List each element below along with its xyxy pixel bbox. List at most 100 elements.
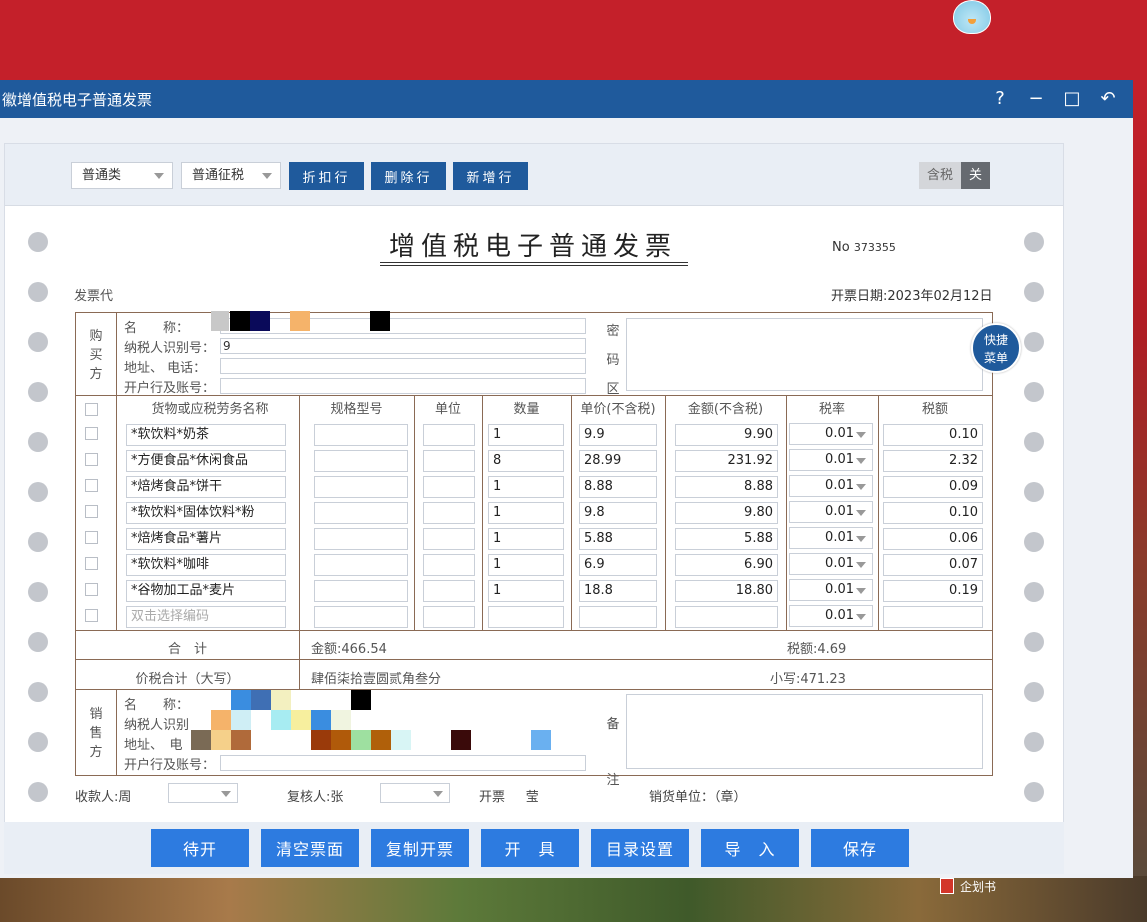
buyer-name-field[interactable]	[220, 318, 586, 334]
row-checkbox[interactable]	[85, 531, 98, 544]
item-qty-field[interactable]: 1	[488, 528, 564, 550]
payee-select[interactable]	[168, 783, 238, 803]
item-price-field[interactable]: 6.9	[579, 554, 657, 576]
seller-bank-field[interactable]	[220, 755, 586, 771]
item-spec-field[interactable]	[314, 476, 408, 498]
row-checkbox[interactable]	[85, 505, 98, 518]
item-rate-select[interactable]: 0.01	[789, 527, 873, 549]
item-amount-field[interactable]: 6.90	[675, 554, 778, 576]
tax-included-toggle[interactable]: 含税 关	[919, 162, 991, 189]
item-rate-select[interactable]: 0.01	[789, 501, 873, 523]
item-tax-field[interactable]: 0.10	[883, 424, 983, 446]
item-qty-field[interactable]: 1	[488, 424, 564, 446]
item-rate-select[interactable]: 0.01	[789, 423, 873, 445]
item-rate-select[interactable]: 0.01	[789, 579, 873, 601]
item-name-field[interactable]: *焙烤食品*薯片	[126, 528, 286, 550]
item-qty-field[interactable]: 8	[488, 450, 564, 472]
item-spec-field[interactable]	[314, 580, 408, 602]
desktop-file[interactable]: 企划书	[940, 876, 996, 896]
item-tax-field[interactable]: 0.07	[883, 554, 983, 576]
item-price-field[interactable]: 28.99	[579, 450, 657, 472]
item-rate-select[interactable]: 0.01	[789, 449, 873, 471]
row-checkbox[interactable]	[85, 453, 98, 466]
item-qty-field[interactable]: 1	[488, 502, 564, 524]
issue-invoice-button[interactable]: 开 具	[481, 829, 579, 867]
quick-menu-button[interactable]: 快捷菜单	[971, 323, 1021, 373]
item-tax-field[interactable]: 0.19	[883, 580, 983, 602]
item-unit-field[interactable]	[423, 580, 475, 602]
item-name-field[interactable]: *软饮料*奶茶	[126, 424, 286, 446]
item-tax-field[interactable]: 0.09	[883, 476, 983, 498]
save-button[interactable]: 保存	[811, 829, 909, 867]
item-unit-field[interactable]	[423, 606, 475, 628]
help-icon[interactable]: ?	[989, 86, 1011, 110]
minimize-icon[interactable]: −	[1025, 86, 1047, 110]
item-spec-field[interactable]	[314, 424, 408, 446]
item-unit-field[interactable]	[423, 554, 475, 576]
item-name-field[interactable]: *软饮料*咖啡	[126, 554, 286, 576]
add-row-button[interactable]: 新增行	[453, 162, 528, 190]
row-checkbox[interactable]	[85, 427, 98, 440]
invoice-kind-select[interactable]: 普通类	[71, 162, 173, 189]
item-amount-field[interactable]: 231.92	[675, 450, 778, 472]
item-name-field[interactable]: *焙烤食品*饼干	[126, 476, 286, 498]
row-checkbox[interactable]	[85, 609, 98, 622]
item-amount-field[interactable]: 9.80	[675, 502, 778, 524]
copy-invoice-button[interactable]: 复制开票	[371, 829, 469, 867]
item-unit-field[interactable]	[423, 502, 475, 524]
catalog-settings-button[interactable]: 目录设置	[591, 829, 689, 867]
item-tax-field[interactable]: 0.10	[883, 502, 983, 524]
item-name-field[interactable]: *谷物加工品*麦片	[126, 580, 286, 602]
buyer-taxid-field[interactable]: 9	[220, 338, 586, 354]
item-amount-field[interactable]: 5.88	[675, 528, 778, 550]
item-name-field[interactable]: *软饮料*固体饮料*粉	[126, 502, 286, 524]
item-spec-field[interactable]	[314, 606, 408, 628]
item-qty-field[interactable]	[488, 606, 564, 628]
item-price-field[interactable]: 8.88	[579, 476, 657, 498]
item-tax-field[interactable]	[883, 606, 983, 628]
select-all-checkbox[interactable]	[85, 403, 98, 416]
item-spec-field[interactable]	[314, 450, 408, 472]
import-button[interactable]: 导 入	[701, 829, 799, 867]
item-price-field[interactable]: 9.8	[579, 502, 657, 524]
item-unit-field[interactable]	[423, 424, 475, 446]
item-amount-field[interactable]: 9.90	[675, 424, 778, 446]
item-unit-field[interactable]	[423, 528, 475, 550]
row-checkbox[interactable]	[85, 583, 98, 596]
item-spec-field[interactable]	[314, 528, 408, 550]
item-amount-field[interactable]	[675, 606, 778, 628]
item-name-field[interactable]: 双击选择编码	[126, 606, 286, 628]
item-tax-field[interactable]: 0.06	[883, 528, 983, 550]
delete-row-button[interactable]: 删除行	[371, 162, 446, 190]
maximize-icon[interactable]: □	[1061, 86, 1083, 110]
item-qty-field[interactable]: 1	[488, 554, 564, 576]
back-icon[interactable]: ↶	[1097, 86, 1119, 110]
item-rate-select[interactable]: 0.01	[789, 553, 873, 575]
item-price-field[interactable]	[579, 606, 657, 628]
discount-row-button[interactable]: 折扣行	[289, 162, 364, 190]
item-rate-select[interactable]: 0.01	[789, 605, 873, 627]
pending-button[interactable]: 待开	[151, 829, 249, 867]
item-name-field[interactable]: *方便食品*休闲食品	[126, 450, 286, 472]
buyer-bank-field[interactable]	[220, 378, 586, 394]
item-price-field[interactable]: 9.9	[579, 424, 657, 446]
item-amount-field[interactable]: 18.80	[675, 580, 778, 602]
item-unit-field[interactable]	[423, 450, 475, 472]
tax-mode-select[interactable]: 普通征税	[181, 162, 281, 189]
clear-form-button[interactable]: 清空票面	[261, 829, 359, 867]
mascot-icon[interactable]	[953, 0, 991, 34]
item-amount-field[interactable]: 8.88	[675, 476, 778, 498]
item-tax-field[interactable]: 2.32	[883, 450, 983, 472]
item-price-field[interactable]: 5.88	[579, 528, 657, 550]
item-qty-field[interactable]: 1	[488, 580, 564, 602]
item-spec-field[interactable]	[314, 554, 408, 576]
reviewer-select[interactable]	[380, 783, 450, 803]
remark-area[interactable]	[626, 694, 983, 769]
item-rate-select[interactable]: 0.01	[789, 475, 873, 497]
item-qty-field[interactable]: 1	[488, 476, 564, 498]
item-unit-field[interactable]	[423, 476, 475, 498]
row-checkbox[interactable]	[85, 557, 98, 570]
item-spec-field[interactable]	[314, 502, 408, 524]
item-price-field[interactable]: 18.8	[579, 580, 657, 602]
buyer-address-field[interactable]	[220, 358, 586, 374]
